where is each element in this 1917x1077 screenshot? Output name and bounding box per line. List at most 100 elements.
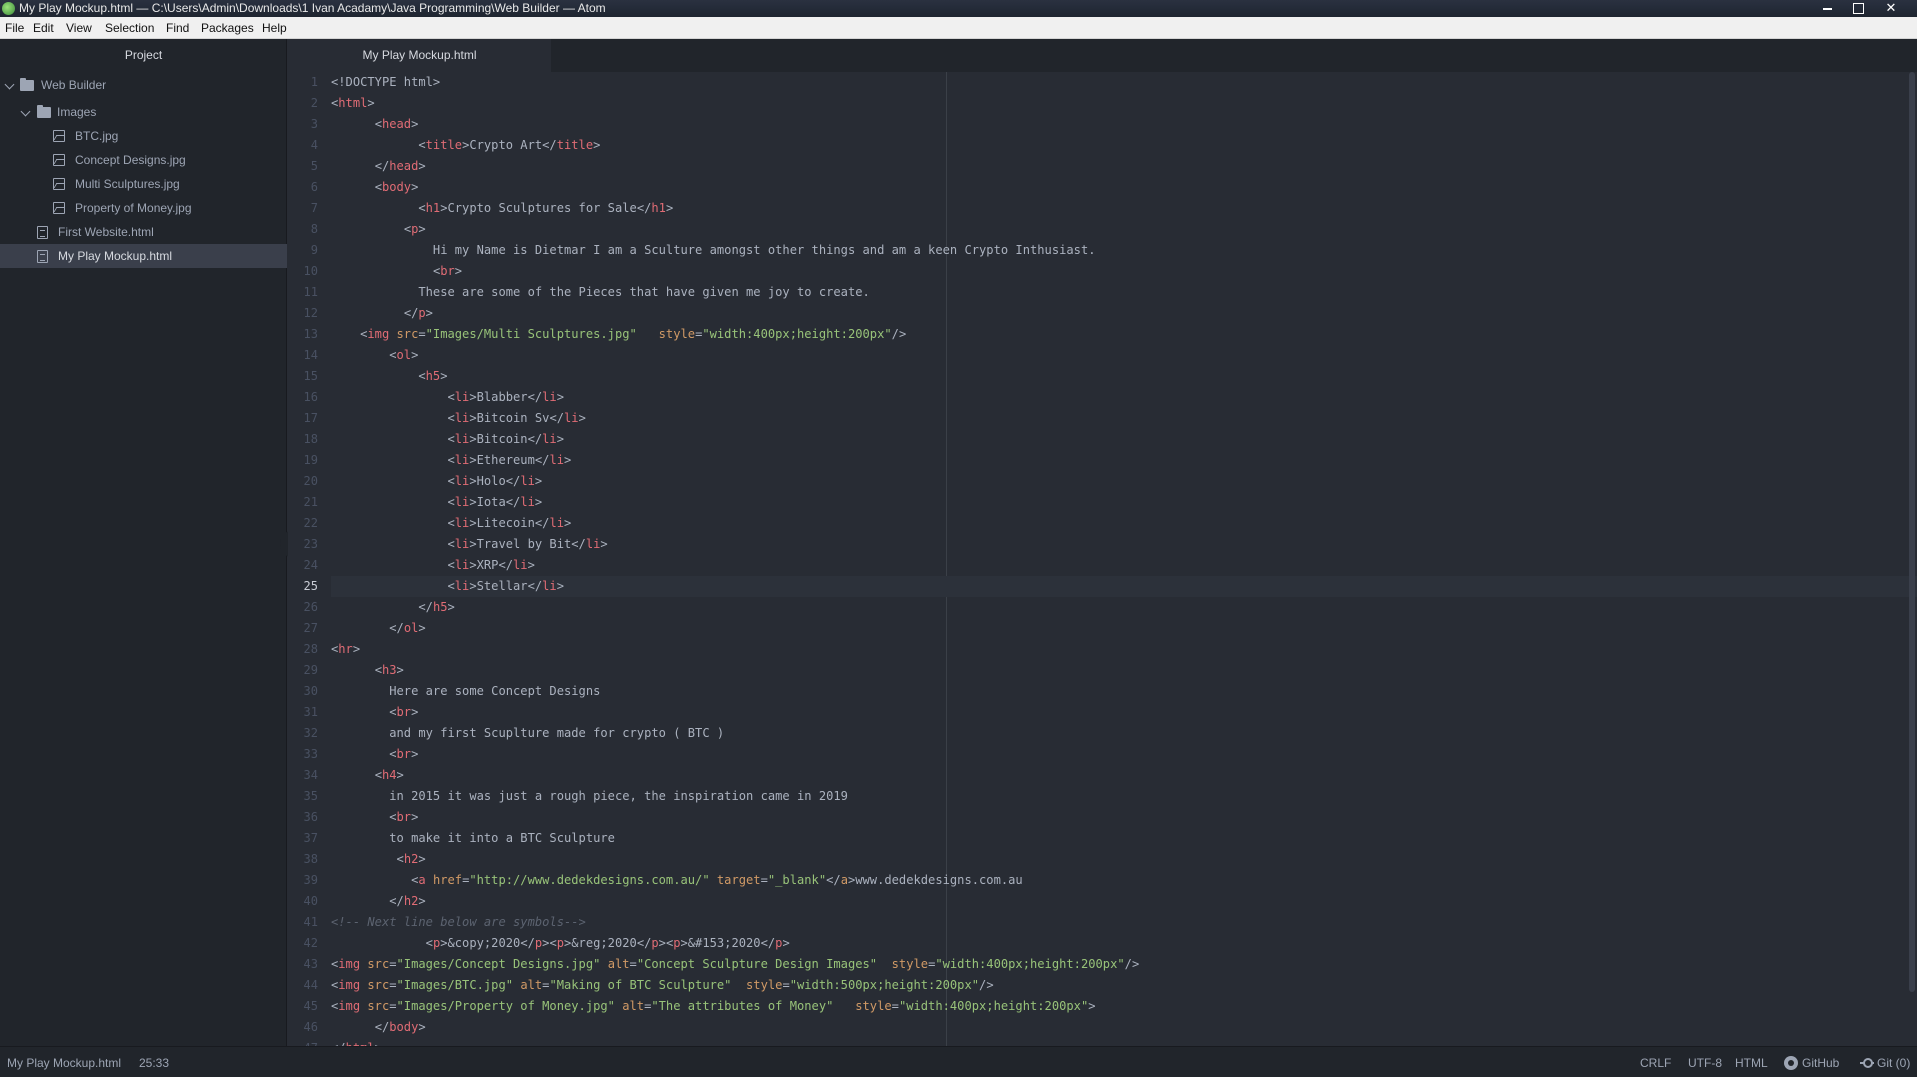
line-number: 17: [303, 411, 318, 425]
tree-item-label: Concept Designs.jpg: [75, 153, 186, 167]
tree-item-label: Web Builder: [41, 78, 107, 92]
line-number: 6: [310, 180, 318, 194]
menu-help[interactable]: Help: [262, 20, 287, 36]
code-line: <p>&copy;2020</p><p>&reg;2020</p><p>&#15…: [425, 936, 790, 950]
line-number: 4: [310, 138, 318, 152]
cursor-line-highlight: [331, 576, 1917, 597]
line-number: 18: [303, 432, 318, 446]
code-line: <li>Holo</li>: [447, 474, 543, 488]
tree-file-multi-sculptures-jpg[interactable]: Multi Sculptures.jpg: [0, 172, 287, 196]
minimize-button[interactable]: [1812, 0, 1842, 17]
wrap-guide: [946, 72, 947, 1046]
tree-file-my-play-mockup-html[interactable]: My Play Mockup.html: [0, 244, 287, 268]
chevron-down-icon: [20, 106, 31, 117]
tree-item-label: Images: [57, 105, 97, 119]
status-git[interactable]: Git (0): [1877, 1056, 1910, 1070]
close-button[interactable]: ✕: [1876, 0, 1906, 17]
code-line: </head>: [374, 159, 426, 173]
tree-folder-images[interactable]: Images: [0, 100, 287, 124]
code-line: <h2>: [396, 852, 426, 866]
title-bar: My Play Mockup.html — C:\Users\Admin\Dow…: [0, 0, 1917, 17]
line-number: 33: [303, 747, 318, 761]
line-number: 14: [303, 348, 318, 362]
git-branch-icon: [1860, 1058, 1874, 1068]
line-number: 12: [303, 306, 318, 320]
status-line-ending[interactable]: CRLF: [1640, 1056, 1671, 1070]
code-line: <hr>: [331, 642, 361, 656]
line-number: 46: [303, 1020, 318, 1034]
line-number: 26: [303, 600, 318, 614]
code-line: </body>: [374, 1020, 426, 1034]
line-number: 7: [310, 201, 318, 215]
menu-view[interactable]: View: [66, 20, 92, 36]
code-line: <br>: [389, 705, 419, 719]
tree-file-property-of-money-jpg[interactable]: Property of Money.jpg: [0, 196, 287, 220]
line-number: 21: [303, 495, 318, 509]
status-cursor-position[interactable]: 25:33: [139, 1056, 169, 1070]
line-number: 37: [303, 831, 318, 845]
scrollbar-thumb[interactable]: [1909, 72, 1915, 992]
code-line: These are some of the Pieces that have g…: [331, 285, 870, 299]
code-line: to make it into a BTC Sculpture: [331, 831, 615, 845]
code-line: <img src="Images/BTC.jpg" alt="Making of…: [331, 978, 994, 992]
code-line: </p>: [403, 306, 433, 320]
code-line: <li>Litecoin</li>: [447, 516, 572, 530]
tree-folder-web-builder[interactable]: Web Builder: [0, 73, 287, 97]
project-panel-title: Project: [124, 48, 163, 62]
tree-item-label: Multi Sculptures.jpg: [75, 177, 180, 191]
tree-file-first-website-html[interactable]: First Website.html: [0, 220, 287, 244]
line-number: 13: [303, 327, 318, 341]
code-line: Here are some Concept Designs: [331, 684, 601, 698]
line-number: 35: [303, 789, 318, 803]
tree-file-concept-designs-jpg[interactable]: Concept Designs.jpg: [0, 148, 287, 172]
line-number: 31: [303, 705, 318, 719]
code-line: in 2015 it was just a rough piece, the i…: [331, 789, 848, 803]
menu-file[interactable]: File: [5, 20, 24, 36]
line-number: 15: [303, 369, 318, 383]
code-line: <title>Crypto Art</title>: [418, 138, 601, 152]
status-github[interactable]: GitHub: [1802, 1056, 1839, 1070]
code-line: <h1>Crypto Sculptures for Sale</h1>: [418, 201, 674, 215]
code-line: <p>: [403, 222, 426, 236]
code-line: <ol>: [389, 348, 419, 362]
status-grammar[interactable]: HTML: [1735, 1056, 1768, 1070]
menu-selection[interactable]: Selection: [105, 20, 154, 36]
line-number: 36: [303, 810, 318, 824]
line-number: 32: [303, 726, 318, 740]
line-number: 30: [303, 684, 318, 698]
code-line: <img src="Images/Property of Money.jpg" …: [331, 999, 1096, 1013]
code-line: <!DOCTYPE html>: [331, 75, 441, 89]
line-number: 22: [303, 516, 318, 530]
status-file-path[interactable]: My Play Mockup.html: [7, 1056, 121, 1070]
line-number: 11: [303, 285, 318, 299]
line-number: 25: [303, 579, 318, 593]
line-number: 3: [310, 117, 318, 131]
line-number: 10: [303, 264, 318, 278]
image-file-icon: [53, 130, 65, 142]
tree-item-label: BTC.jpg: [75, 129, 119, 143]
chevron-down-icon: [4, 79, 15, 90]
tree-item-label: My Play Mockup.html: [58, 249, 173, 263]
editor-scrollbar[interactable]: [1908, 72, 1917, 1046]
folder-icon: [37, 105, 51, 118]
status-encoding[interactable]: UTF-8: [1688, 1056, 1722, 1070]
tree-file-btc-jpg[interactable]: BTC.jpg: [0, 124, 287, 148]
line-number: 34: [303, 768, 318, 782]
window-title: My Play Mockup.html — C:\Users\Admin\Dow…: [19, 1, 606, 15]
code-line: <h4>: [374, 768, 404, 782]
code-editor[interactable]: 1 2 3 4 5 6 7 8 9 10 11 12 13 14 15 16 17 18 19 20 21 22 23 24 2…: [288, 72, 1917, 1046]
code-line: <h5>: [418, 369, 448, 383]
line-number: 43: [303, 957, 318, 971]
menu-edit[interactable]: Edit: [33, 20, 54, 36]
line-number: 42: [303, 936, 318, 950]
line-number: 39: [303, 873, 318, 887]
menu-find[interactable]: Find: [166, 20, 189, 36]
line-number: 27: [303, 621, 318, 635]
line-number: 8: [310, 222, 318, 236]
code-line: <li>Blabber</li>: [447, 390, 565, 404]
tab-bar: My Play Mockup.html: [288, 39, 1917, 72]
maximize-button[interactable]: [1843, 0, 1873, 17]
tab-my-play-mockup[interactable]: My Play Mockup.html: [288, 39, 551, 72]
menu-packages[interactable]: Packages: [201, 20, 254, 36]
line-number: 23: [303, 537, 318, 551]
